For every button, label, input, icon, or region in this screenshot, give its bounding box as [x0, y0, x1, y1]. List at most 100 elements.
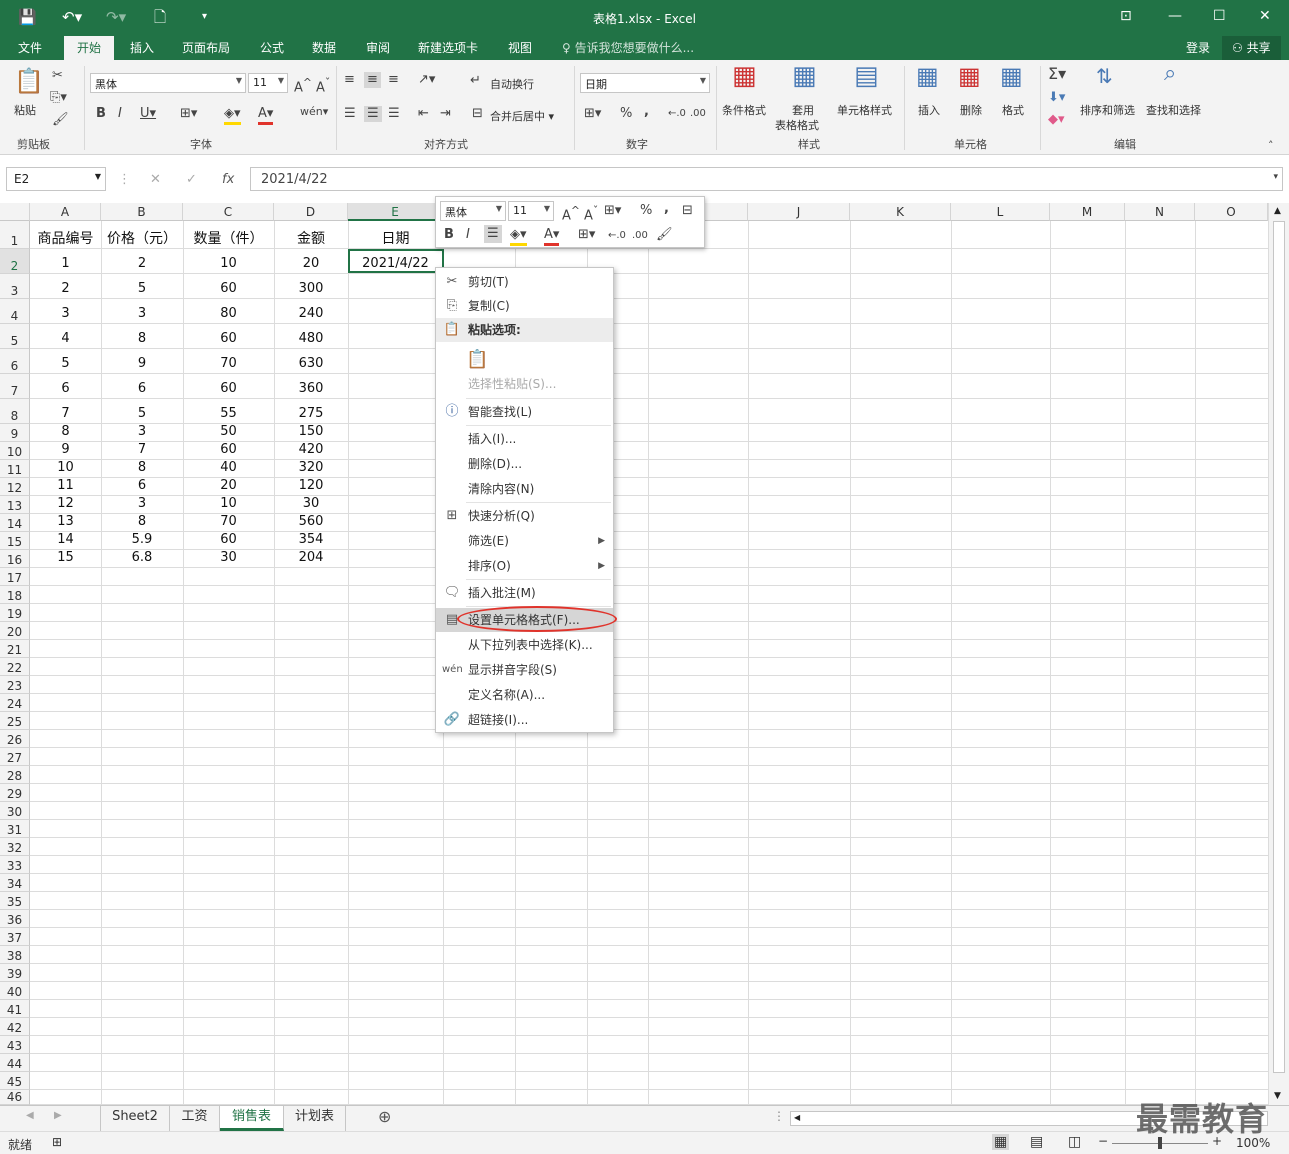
row-header[interactable]: 6: [0, 349, 30, 374]
format-painter-icon[interactable]: 🖌: [52, 112, 69, 128]
data-cell[interactable]: 60: [183, 533, 274, 547]
accounting-icon[interactable]: ⊞▾: [584, 106, 601, 122]
data-cell[interactable]: 8: [30, 425, 101, 439]
menu-pick-from-list[interactable]: 从下拉列表中选择(K)...: [436, 633, 613, 657]
row-header[interactable]: 32: [0, 838, 30, 856]
row-header[interactable]: 5: [0, 324, 30, 349]
row-header[interactable]: 20: [0, 622, 30, 640]
align-right-icon[interactable]: ☰: [388, 106, 400, 122]
data-cell[interactable]: 2: [101, 257, 183, 271]
paste-label[interactable]: 粘贴: [14, 102, 36, 118]
sheet-tab-salary[interactable]: 工资: [170, 1106, 220, 1131]
scroll-down-icon[interactable]: ▼: [1274, 1091, 1281, 1101]
data-cell[interactable]: 13: [30, 515, 101, 529]
header-cell[interactable]: 日期: [348, 232, 443, 246]
data-cell[interactable]: 5.9: [101, 533, 183, 547]
menu-hyperlink[interactable]: 🔗 超链接(I)...: [436, 708, 613, 732]
data-cell[interactable]: 30: [274, 497, 348, 511]
data-cell[interactable]: 560: [274, 515, 348, 529]
page-layout-view-icon[interactable]: ▤: [1030, 1134, 1043, 1150]
fill-color-icon[interactable]: ◈▾: [510, 227, 527, 246]
row-header[interactable]: 42: [0, 1018, 30, 1036]
sign-in-link[interactable]: 登录: [1186, 39, 1210, 57]
share-button[interactable]: ⚇ 共享: [1222, 36, 1281, 60]
row-header[interactable]: 11: [0, 460, 30, 478]
align-left-icon[interactable]: ☰: [344, 106, 356, 122]
cancel-icon[interactable]: ✕: [150, 172, 161, 188]
menu-define-name[interactable]: 定义名称(A)...: [436, 683, 613, 707]
row-header[interactable]: 30: [0, 802, 30, 820]
tab-page-layout[interactable]: 页面布局: [182, 39, 230, 57]
formula-input[interactable]: 2021/4/22 ▾: [250, 167, 1283, 191]
menu-copy[interactable]: ⎘ 复制(C): [436, 294, 613, 318]
row-header[interactable]: 3: [0, 274, 30, 299]
row-header[interactable]: 12: [0, 478, 30, 496]
percent-button[interactable]: %: [620, 106, 632, 122]
data-cell[interactable]: 70: [183, 515, 274, 529]
autosum-icon[interactable]: Σ▾: [1048, 66, 1066, 82]
row-header[interactable]: 38: [0, 946, 30, 964]
data-cell[interactable]: 20: [274, 257, 348, 271]
tab-splitter-icon[interactable]: ⋮: [773, 1109, 785, 1123]
mini-size-combo[interactable]: 11 ▼: [508, 201, 554, 221]
ribbon-display-icon[interactable]: ⊡: [1120, 8, 1132, 24]
bold-icon[interactable]: B: [444, 227, 454, 243]
mini-percent-button[interactable]: %: [640, 203, 652, 219]
data-cell[interactable]: 14: [30, 533, 101, 547]
row-header[interactable]: 23: [0, 676, 30, 694]
data-cell[interactable]: 8: [101, 461, 183, 475]
row-header[interactable]: 14: [0, 514, 30, 532]
decrease-font-icon[interactable]: Aˇ: [316, 75, 330, 96]
data-cell[interactable]: 120: [274, 479, 348, 493]
prev-sheet-icon[interactable]: ◀: [26, 1110, 34, 1121]
increase-indent-icon[interactable]: ⇥: [440, 106, 451, 122]
menu-insert[interactable]: 插入(I)...: [436, 427, 613, 451]
row-header[interactable]: 26: [0, 730, 30, 748]
close-icon[interactable]: ✕: [1259, 8, 1271, 24]
insert-cells-button[interactable]: 插入: [918, 102, 940, 118]
bold-icon[interactable]: B: [96, 106, 106, 122]
menu-filter[interactable]: 筛选(E) ▶: [436, 529, 613, 553]
sort-filter-icon[interactable]: ⇅: [1096, 66, 1113, 86]
data-cell[interactable]: 3: [101, 425, 183, 439]
format-painter-icon[interactable]: 🖌: [656, 227, 673, 243]
data-cell[interactable]: 40: [183, 461, 274, 475]
align-middle-icon[interactable]: ≡: [364, 72, 381, 88]
font-size-combo[interactable]: 11 ▼: [248, 73, 288, 93]
vertical-scrollbar[interactable]: ▲ ▼: [1268, 203, 1289, 1105]
row-header[interactable]: 31: [0, 820, 30, 838]
delete-cells-icon[interactable]: ▦: [958, 64, 981, 88]
column-header-N[interactable]: N: [1125, 203, 1195, 221]
data-cell[interactable]: 4: [30, 332, 101, 346]
decrease-decimal-icon[interactable]: .00: [632, 228, 648, 244]
column-header-B[interactable]: B: [101, 203, 183, 221]
row-header[interactable]: 9: [0, 424, 30, 442]
clear-icon[interactable]: ◆▾: [1048, 112, 1065, 128]
row-header[interactable]: 19: [0, 604, 30, 622]
underline-icon[interactable]: U▾: [140, 106, 156, 122]
data-cell[interactable]: 60: [183, 382, 274, 396]
dropdown-arrow-icon[interactable]: ▼: [95, 172, 101, 181]
format-as-table-icon[interactable]: ▦: [792, 63, 817, 89]
cell-styles-icon[interactable]: ▤: [854, 63, 879, 89]
data-cell[interactable]: 9: [30, 443, 101, 457]
menu-show-phonetic[interactable]: wén 显示拼音字段(S): [436, 658, 613, 682]
column-header-E[interactable]: E: [348, 203, 443, 221]
decrease-decimal-icon[interactable]: .00: [690, 106, 706, 122]
comma-button[interactable]: ,: [644, 104, 649, 120]
normal-view-icon[interactable]: ▦: [992, 1134, 1010, 1150]
increase-font-icon[interactable]: A^: [562, 203, 580, 224]
tab-data[interactable]: 数据: [312, 39, 336, 57]
data-cell[interactable]: 30: [183, 551, 274, 565]
sheet-tab-sheet2[interactable]: Sheet2: [100, 1106, 170, 1131]
data-cell[interactable]: 204: [274, 551, 348, 565]
decrease-indent-icon[interactable]: ⇤: [418, 106, 429, 122]
format-table-icon[interactable]: ⊟: [682, 203, 693, 219]
header-cell[interactable]: 数量（件）: [183, 232, 274, 246]
scroll-up-icon[interactable]: ▲: [1274, 206, 1281, 216]
row-header[interactable]: 40: [0, 982, 30, 1000]
data-cell[interactable]: 5: [101, 282, 183, 296]
data-cell[interactable]: 7: [101, 443, 183, 457]
sort-filter-button[interactable]: 排序和筛选: [1080, 102, 1135, 118]
menu-cut[interactable]: ✂ 剪切(T): [436, 270, 613, 294]
